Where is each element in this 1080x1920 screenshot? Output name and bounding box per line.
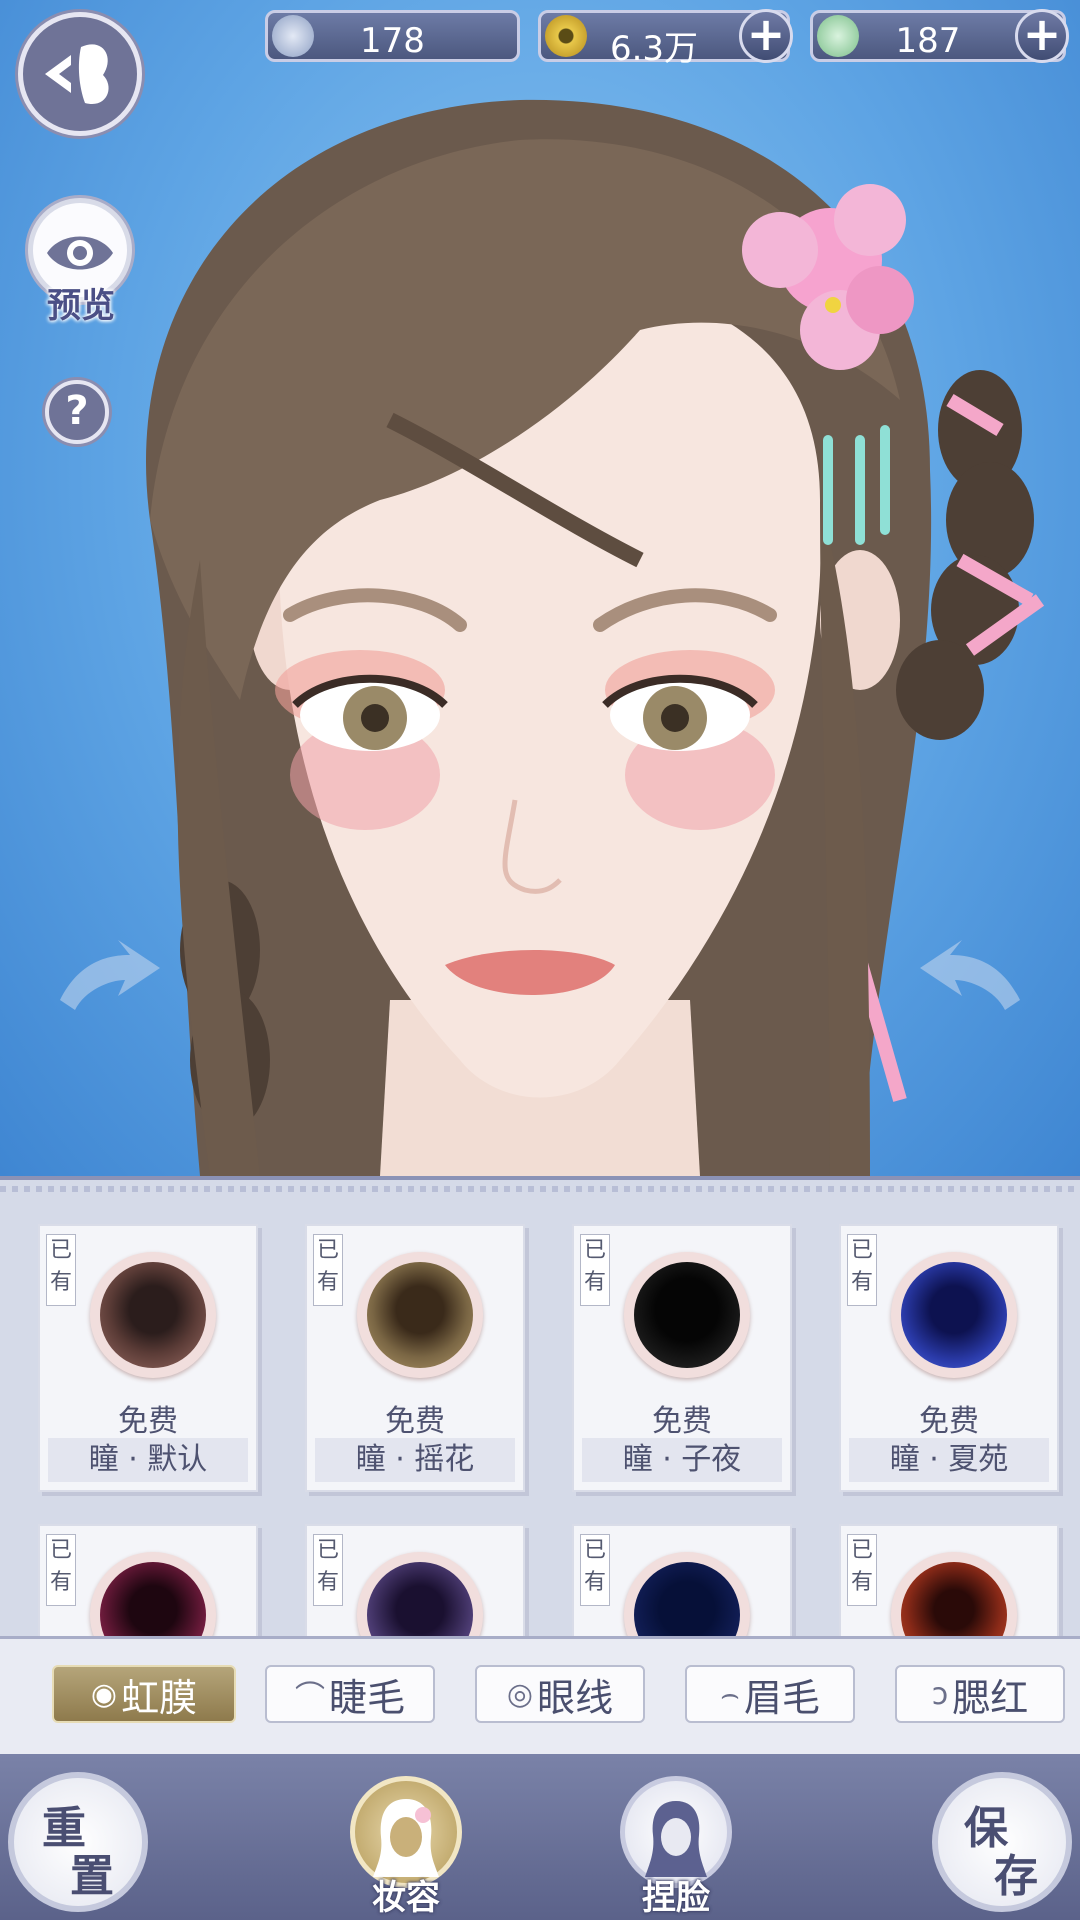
iris-swatch: [357, 1552, 483, 1640]
save-label-2: 存: [994, 1851, 1038, 1902]
iris-card-ziye[interactable]: 已有 免费 瞳 · 子夜: [572, 1224, 792, 1492]
character-model: [60, 99, 1045, 1176]
tab-eyebrow-label: 眉毛: [743, 1675, 820, 1720]
owned-tag: 已有: [46, 1234, 76, 1306]
owned-tag: 已有: [313, 1234, 343, 1306]
iris-icon: ◉: [90, 1676, 118, 1712]
iris-card[interactable]: 已有: [305, 1524, 525, 1640]
iris-card-default[interactable]: 已有 免费 瞳 · 默认: [38, 1224, 258, 1492]
iris-swatch: [624, 1252, 750, 1378]
add-jade-button[interactable]: +: [1015, 9, 1069, 63]
reset-label-2: 置: [70, 1851, 114, 1902]
tab-iris-label: 虹膜: [121, 1675, 198, 1720]
eyeliner-icon: ◎: [506, 1676, 534, 1712]
item-price: 免费: [919, 1404, 979, 1439]
tab-eyeliner[interactable]: ◎ 眼线: [475, 1665, 645, 1723]
face-sculpt-label: 捏脸: [642, 1878, 710, 1918]
iris-card[interactable]: 已有: [38, 1524, 258, 1640]
add-gold-button[interactable]: +: [739, 9, 793, 63]
currency-gold: 6.3万 +: [538, 9, 793, 69]
item-price: 免费: [652, 1404, 712, 1439]
makeup-mode-label: 妆容: [372, 1878, 440, 1918]
owned-tag: 已有: [46, 1534, 76, 1606]
iris-item-panel[interactable]: 已有 免费 瞳 · 默认 已有 免费 瞳 · 摇花 已有 免费 瞳 · 子夜 已…: [0, 1176, 1080, 1640]
save-button[interactable]: 保 存: [932, 1772, 1072, 1912]
currency-jade: 187 +: [810, 9, 1069, 63]
owned-tag: 已有: [313, 1534, 343, 1606]
back-butterfly-icon: [45, 44, 109, 105]
iris-swatch: [357, 1252, 483, 1378]
question-mark-icon: ?: [65, 388, 89, 434]
tab-eyeliner-label: 眼线: [537, 1675, 614, 1720]
currency-gold-value: 6.3万: [609, 29, 699, 69]
iris-card-yaohua[interactable]: 已有 免费 瞳 · 摇花: [305, 1224, 525, 1492]
panel-border-dots: [0, 1186, 1080, 1192]
iris-card-xiayuan[interactable]: 已有 免费 瞳 · 夏苑: [839, 1224, 1059, 1492]
owned-tag: 已有: [580, 1534, 610, 1606]
owned-tag: 已有: [847, 1234, 877, 1306]
iris-swatch: [891, 1252, 1017, 1378]
tab-blush[interactable]: ↄ 腮红: [895, 1665, 1065, 1723]
owned-tag: 已有: [580, 1234, 610, 1306]
makeup-category-tabs: ◉ 虹膜 ⌒ 睫毛 ◎ 眼线 ⌢ 眉毛 ↄ 腮红: [0, 1636, 1080, 1757]
tab-eyelash-label: 睫毛: [328, 1675, 405, 1720]
preview-label: 预览: [47, 286, 115, 326]
iris-card[interactable]: 已有: [839, 1524, 1059, 1640]
blush-icon: ↄ: [931, 1676, 949, 1712]
item-name: 瞳 · 夏苑: [849, 1438, 1049, 1482]
back-button[interactable]: [18, 12, 142, 136]
tab-iris[interactable]: ◉ 虹膜: [52, 1665, 236, 1723]
tab-blush-label: 腮红: [952, 1675, 1029, 1720]
reset-button[interactable]: 重 置: [8, 1772, 148, 1912]
character-viewport[interactable]: 178 6.3万 + 187 + 预览 ?: [0, 0, 1080, 1176]
tab-eyelash[interactable]: ⌒ 睫毛: [265, 1665, 435, 1723]
iris-swatch: [624, 1552, 750, 1640]
face-silhouette-icon: [645, 1801, 707, 1877]
iris-swatch: [90, 1552, 216, 1640]
item-price: 免费: [118, 1404, 178, 1439]
item-name: 瞳 · 摇花: [315, 1438, 515, 1482]
iris-swatch: [891, 1552, 1017, 1640]
help-button[interactable]: ?: [45, 380, 109, 444]
bottom-action-bar: 重 置 妆容 捏脸 保 存: [0, 1754, 1080, 1920]
item-price: 免费: [385, 1404, 445, 1439]
item-name: 瞳 · 默认: [48, 1438, 248, 1482]
eyelash-icon: ⌒: [294, 1680, 325, 1715]
tab-eyebrow[interactable]: ⌢ 眉毛: [685, 1665, 855, 1723]
currency-silver-value: 178: [360, 21, 425, 61]
woman-portrait-icon: [373, 1799, 439, 1877]
owned-tag: 已有: [847, 1534, 877, 1606]
eyebrow-icon: ⌢: [720, 1676, 740, 1712]
currency-silver: 178: [265, 10, 520, 62]
iris-card[interactable]: 已有: [572, 1524, 792, 1640]
currency-jade-value: 187: [895, 21, 961, 61]
item-name: 瞳 · 子夜: [582, 1438, 782, 1482]
iris-swatch: [90, 1252, 216, 1378]
